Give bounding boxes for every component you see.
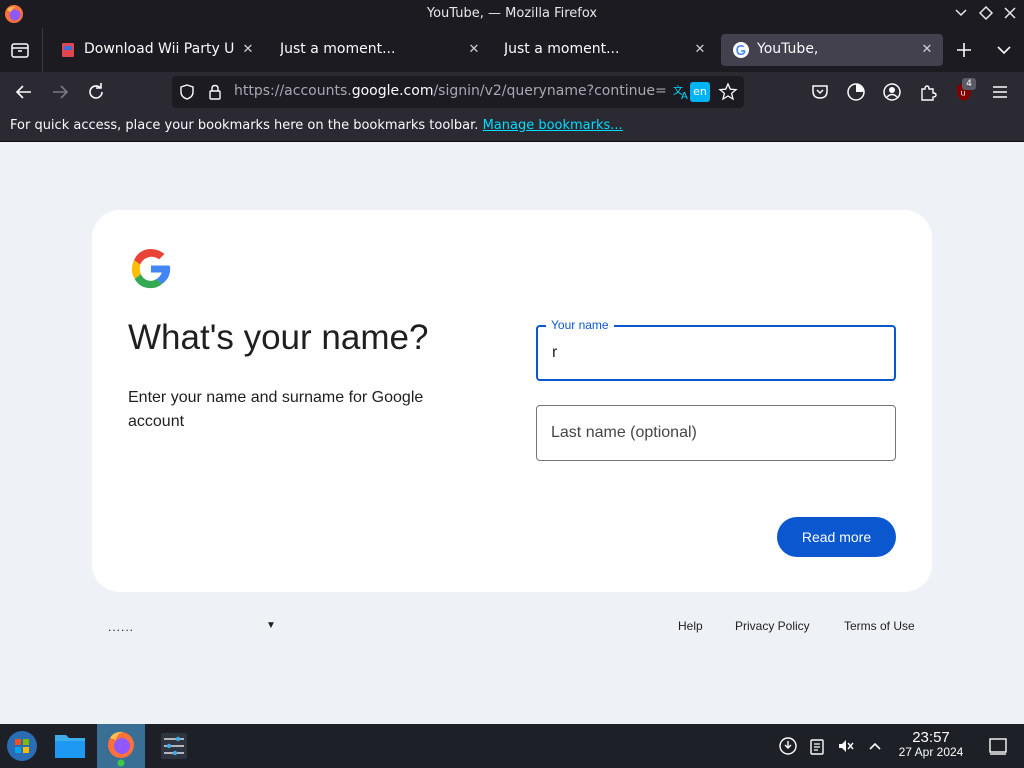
translate-icon[interactable]: 文 A xyxy=(672,82,692,102)
url-bar[interactable]: https://accounts.google.com/signin/v2/qu… xyxy=(172,76,744,108)
language-selector[interactable]: ...... ▼ xyxy=(108,620,278,638)
tab-just-a-moment-2[interactable]: Just a moment... ✕ xyxy=(494,34,716,66)
system-clock[interactable]: 23:57 27 Apr 2024 xyxy=(888,729,974,759)
page-content: What's your name? Enter your name and su… xyxy=(0,142,1024,724)
maximize-icon[interactable] xyxy=(977,4,995,22)
tab-separator xyxy=(42,28,43,72)
page-footer: ...... ▼ Help Privacy Policy Terms of Us… xyxy=(0,616,1024,640)
extension-badge-count: 4 xyxy=(962,78,976,90)
google-logo-icon xyxy=(131,248,171,289)
show-desktop-icon[interactable] xyxy=(988,736,1008,756)
privacy-policy-link[interactable]: Privacy Policy xyxy=(735,619,810,633)
back-arrow-icon[interactable] xyxy=(12,80,36,104)
hamburger-menu-icon[interactable] xyxy=(988,80,1012,104)
chevron-up-icon[interactable] xyxy=(865,736,885,756)
network-icon[interactable] xyxy=(778,736,798,756)
tab-youtube[interactable]: YouTube, ✕ xyxy=(721,34,943,66)
tab-label: YouTube, xyxy=(757,41,819,57)
close-tab-icon[interactable]: ✕ xyxy=(692,42,708,58)
rom-site-icon xyxy=(62,43,74,57)
close-window-icon[interactable] xyxy=(1001,4,1019,22)
page-title: What's your name? xyxy=(128,318,429,357)
page-subtitle: Enter your name and surname for Google a… xyxy=(128,389,424,430)
system-taskbar: 23:57 27 Apr 2024 xyxy=(0,724,1024,768)
start-menu-button[interactable] xyxy=(0,724,48,768)
window-titlebar: YouTube, — Mozilla Firefox xyxy=(0,0,1024,28)
forward-arrow-icon[interactable] xyxy=(48,80,72,104)
close-tab-icon[interactable]: ✕ xyxy=(240,42,256,58)
tab-download-wii[interactable]: Download Wii Party U RO ✕ xyxy=(48,34,264,66)
settings-sliders-icon xyxy=(161,733,187,759)
extensions-puzzle-icon[interactable] xyxy=(916,80,940,104)
reload-icon[interactable] xyxy=(84,80,108,104)
bookmarks-toolbar: For quick access, place your bookmarks h… xyxy=(0,112,1024,142)
account-icon[interactable] xyxy=(880,80,904,104)
help-link[interactable]: Help xyxy=(678,619,703,633)
last-name-field[interactable] xyxy=(536,405,896,461)
google-g-icon xyxy=(733,42,749,58)
first-name-field[interactable]: Your name xyxy=(536,318,896,381)
clock-time: 23:57 xyxy=(912,729,950,746)
tab-label: Just a moment... xyxy=(504,41,620,57)
chevron-down-icon[interactable] xyxy=(992,38,1016,62)
firefox-icon xyxy=(108,731,134,767)
taskbar-file-manager[interactable] xyxy=(46,724,94,768)
folder-icon xyxy=(55,735,85,758)
taskbar-settings[interactable] xyxy=(150,724,198,768)
language-value: ...... xyxy=(108,620,135,634)
close-tab-icon[interactable]: ✕ xyxy=(466,42,482,58)
svg-text:A: A xyxy=(681,91,688,102)
terms-of-use-link[interactable]: Terms of Use xyxy=(844,619,915,633)
bookmark-star-icon[interactable] xyxy=(718,82,738,102)
bookmarks-hint: For quick access, place your bookmarks h… xyxy=(10,118,623,133)
tab-label: Just a moment... xyxy=(280,41,396,57)
navigation-toolbar: https://accounts.google.com/signin/v2/qu… xyxy=(0,72,1024,112)
translate-language-badge[interactable]: en xyxy=(690,82,710,102)
last-name-input[interactable] xyxy=(537,406,895,460)
minimize-icon[interactable] xyxy=(952,4,970,22)
tab-just-a-moment-1[interactable]: Just a moment... ✕ xyxy=(270,34,490,66)
caret-down-icon: ▼ xyxy=(266,620,276,631)
lock-icon[interactable] xyxy=(206,83,224,101)
window-title: YouTube, — Mozilla Firefox xyxy=(426,6,598,21)
tab-label: Download Wii Party U RO xyxy=(84,41,236,57)
signin-card: What's your name? Enter your name and su… xyxy=(92,210,932,592)
volume-muted-icon[interactable] xyxy=(836,736,856,756)
new-tab-icon[interactable] xyxy=(952,38,976,62)
url-text[interactable]: https://accounts.google.com/signin/v2/qu… xyxy=(234,83,666,99)
start-orb-icon xyxy=(7,731,37,761)
clock-date: 27 Apr 2024 xyxy=(898,745,964,759)
manage-bookmarks-link[interactable]: Manage bookmarks... xyxy=(483,118,623,133)
first-name-input[interactable] xyxy=(538,327,894,379)
close-tab-icon[interactable]: ✕ xyxy=(919,42,935,58)
next-button[interactable]: Read more xyxy=(777,517,896,557)
tracking-shield-icon[interactable] xyxy=(178,83,196,101)
pocket-icon[interactable] xyxy=(808,80,832,104)
firefox-view-icon[interactable] xyxy=(8,38,32,62)
taskbar-firefox[interactable] xyxy=(97,724,145,768)
clipboard-icon[interactable] xyxy=(807,736,827,756)
tab-strip: Download Wii Party U RO ✕ Just a moment.… xyxy=(0,28,1024,72)
pie-chart-icon[interactable] xyxy=(844,80,868,104)
